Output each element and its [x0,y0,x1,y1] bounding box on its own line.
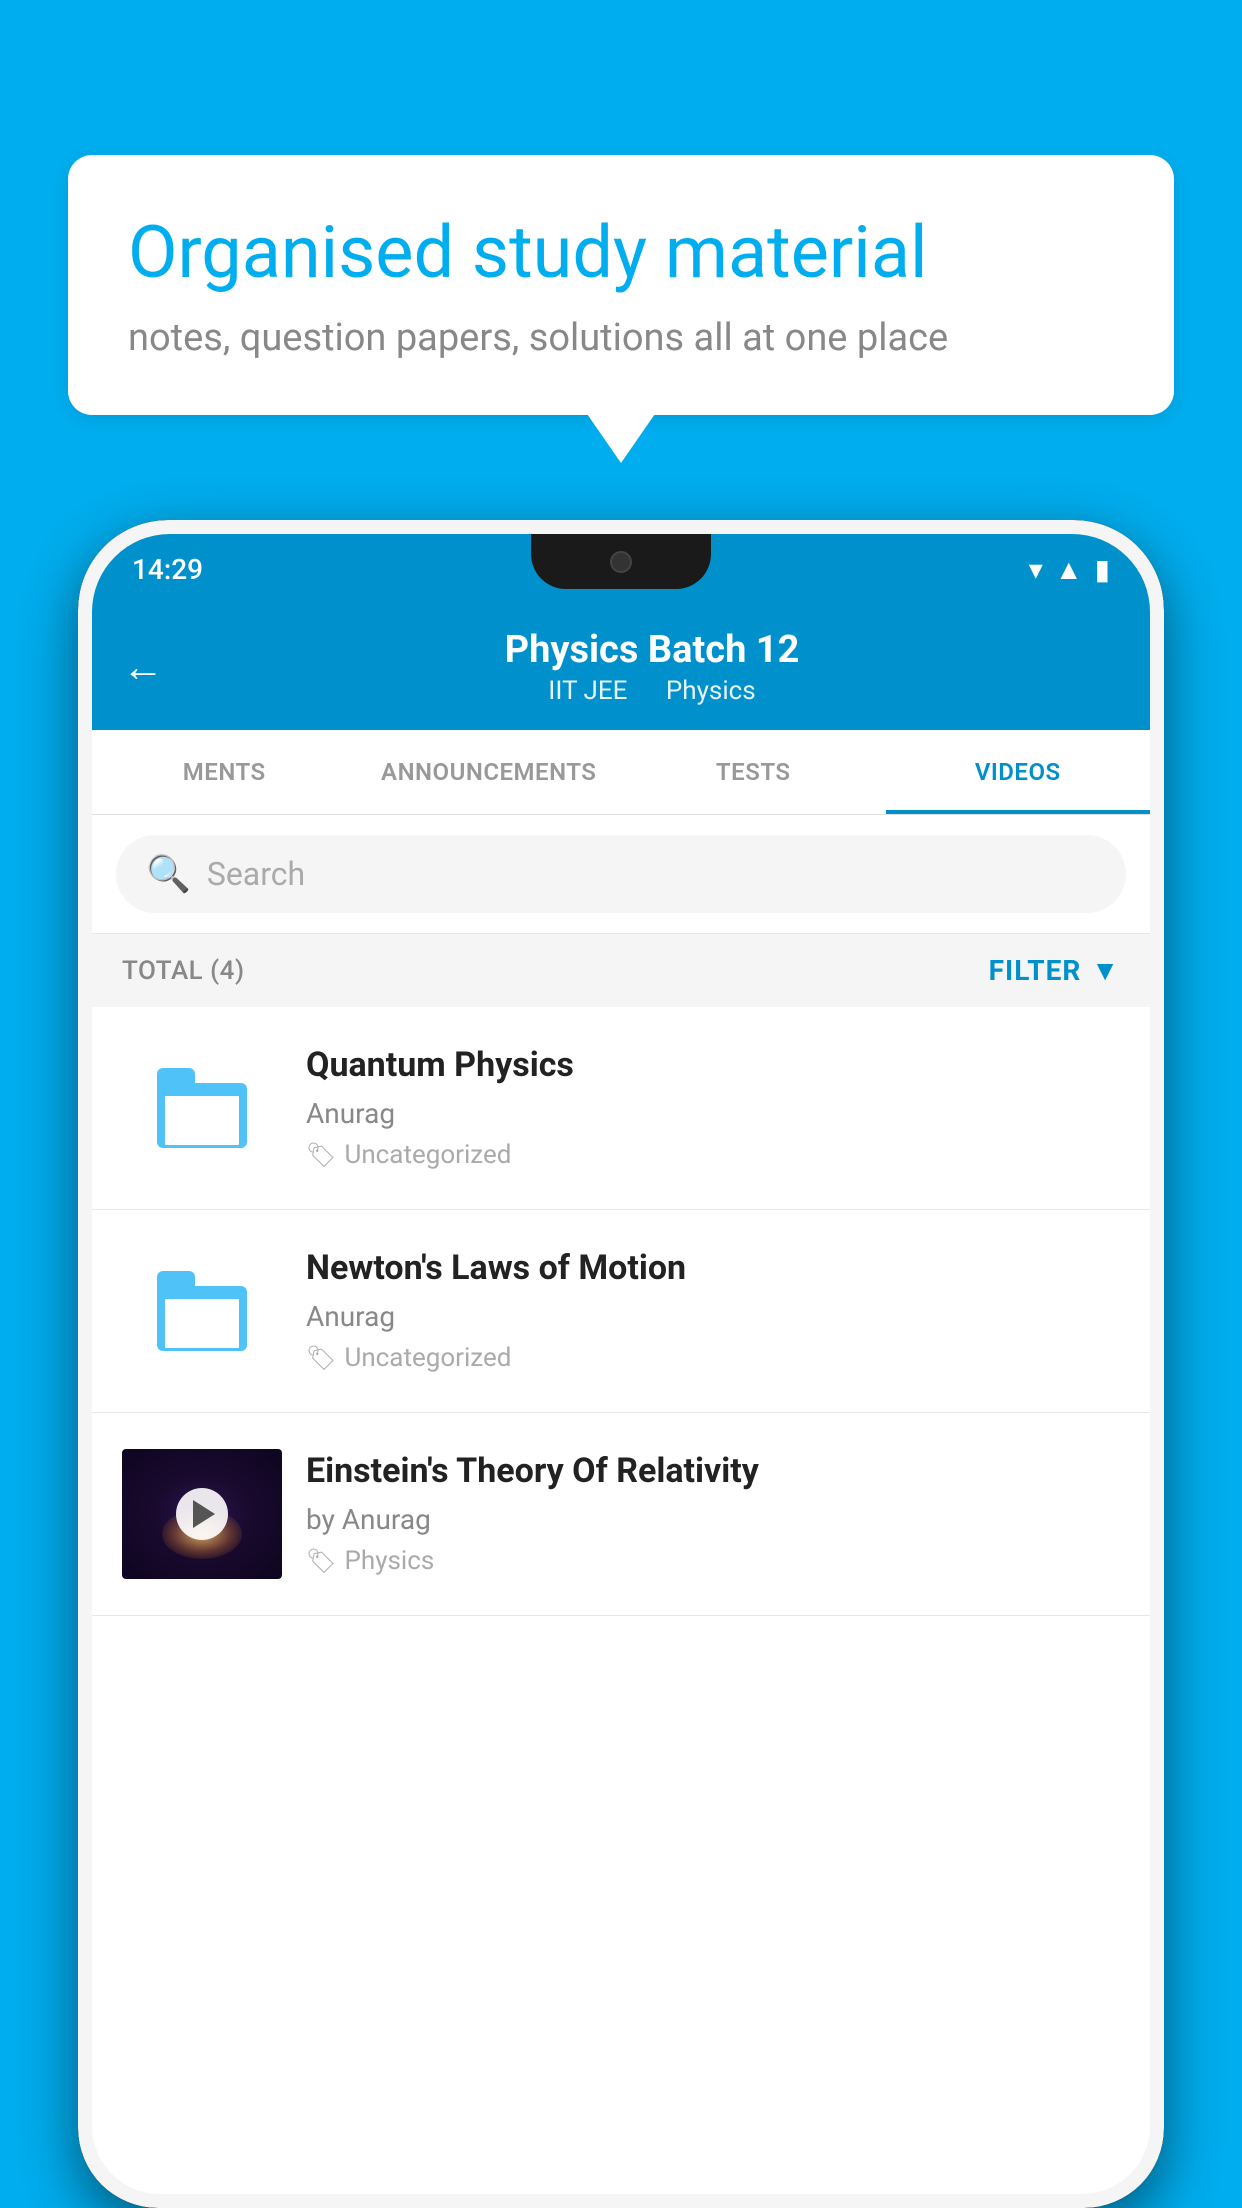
folder-icon-quantum [157,1068,247,1148]
header-subtitle-part2: Physics [666,676,756,706]
speech-bubble-title: Organised study material [128,210,1114,296]
status-icons: ▾ ▲ ▮ [1029,553,1110,586]
app-header: ← Physics Batch 12 IIT JEE Physics [92,604,1150,730]
video-tag-einstein: 🏷 Physics [306,1546,1120,1576]
header-title-section: Physics Batch 12 IIT JEE Physics [184,628,1120,706]
screen-content: 14:29 ▾ ▲ ▮ ← Physics Batch 12 IIT JEE [92,534,1150,2194]
video-tag-newton: 🏷 Uncategorized [306,1343,1120,1373]
list-item[interactable]: Quantum Physics Anurag 🏷 Uncategorized [92,1007,1150,1210]
tab-ments[interactable]: MENTS [92,730,357,814]
video-info-newton: Newton's Laws of Motion Anurag 🏷 Uncateg… [306,1246,1120,1373]
video-title-newton: Newton's Laws of Motion [306,1246,1120,1290]
video-list: Quantum Physics Anurag 🏷 Uncategorized [92,1007,1150,1616]
video-tag-quantum: 🏷 Uncategorized [306,1140,1120,1170]
video-author-quantum: Anurag [306,1097,1120,1130]
tag-icon-einstein: 🏷 [306,1547,336,1575]
speech-bubble: Organised study material notes, question… [68,155,1174,415]
search-icon: 🔍 [146,853,191,895]
phone-outer-frame: 14:29 ▾ ▲ ▮ ← Physics Batch 12 IIT JEE [78,520,1164,2208]
play-triangle-icon [193,1500,215,1528]
folder-icon-newton [157,1271,247,1351]
wifi-icon: ▾ [1029,553,1043,586]
tag-icon-newton: 🏷 [306,1344,336,1372]
video-author-newton: Anurag [306,1300,1120,1333]
video-author-einstein: by Anurag [306,1503,1120,1536]
filter-label: FILTER [989,954,1082,987]
phone-mockup: 14:29 ▾ ▲ ▮ ← Physics Batch 12 IIT JEE [78,520,1164,2208]
front-camera [610,551,632,573]
video-title-einstein: Einstein's Theory Of Relativity [306,1449,1120,1493]
status-time: 14:29 [132,553,203,586]
phone-screen: 14:29 ▾ ▲ ▮ ← Physics Batch 12 IIT JEE [78,520,1164,2208]
filter-icon: ▼ [1091,954,1120,987]
list-item[interactable]: Newton's Laws of Motion Anurag 🏷 Uncateg… [92,1210,1150,1413]
tab-announcements[interactable]: ANNOUNCEMENTS [357,730,622,814]
video-thumbnail-einstein [122,1449,282,1579]
tag-label-einstein: Physics [344,1546,434,1576]
filter-button[interactable]: FILTER ▼ [989,954,1120,987]
speech-bubble-container: Organised study material notes, question… [68,155,1174,415]
header-subtitle-part1: IIT JEE [548,676,627,706]
video-info-einstein: Einstein's Theory Of Relativity by Anura… [306,1449,1120,1576]
filter-bar: TOTAL (4) FILTER ▼ [92,934,1150,1007]
tag-icon-quantum: 🏷 [306,1141,336,1169]
battery-icon: ▮ [1095,553,1110,586]
back-button[interactable]: ← [122,643,164,692]
total-count: TOTAL (4) [122,956,245,986]
search-container: 🔍 Search [92,815,1150,934]
video-title-quantum: Quantum Physics [306,1043,1120,1087]
tabs-bar: MENTS ANNOUNCEMENTS TESTS VIDEOS [92,730,1150,815]
tag-label-newton: Uncategorized [344,1343,511,1373]
tag-label-quantum: Uncategorized [344,1140,511,1170]
header-title: Physics Batch 12 [184,628,1120,672]
search-placeholder: Search [207,855,305,893]
signal-icon: ▲ [1055,553,1083,586]
tab-videos[interactable]: VIDEOS [886,730,1151,814]
speech-bubble-subtitle: notes, question papers, solutions all at… [128,316,1114,360]
header-subtitle: IIT JEE Physics [184,676,1120,706]
notch [531,534,711,589]
search-input-wrapper[interactable]: 🔍 Search [116,835,1126,913]
play-button-einstein[interactable] [176,1488,228,1540]
tab-tests[interactable]: TESTS [621,730,886,814]
video-info-quantum: Quantum Physics Anurag 🏷 Uncategorized [306,1043,1120,1170]
video-thumbnail-quantum [122,1043,282,1173]
list-item[interactable]: Einstein's Theory Of Relativity by Anura… [92,1413,1150,1616]
video-thumbnail-newton [122,1246,282,1376]
